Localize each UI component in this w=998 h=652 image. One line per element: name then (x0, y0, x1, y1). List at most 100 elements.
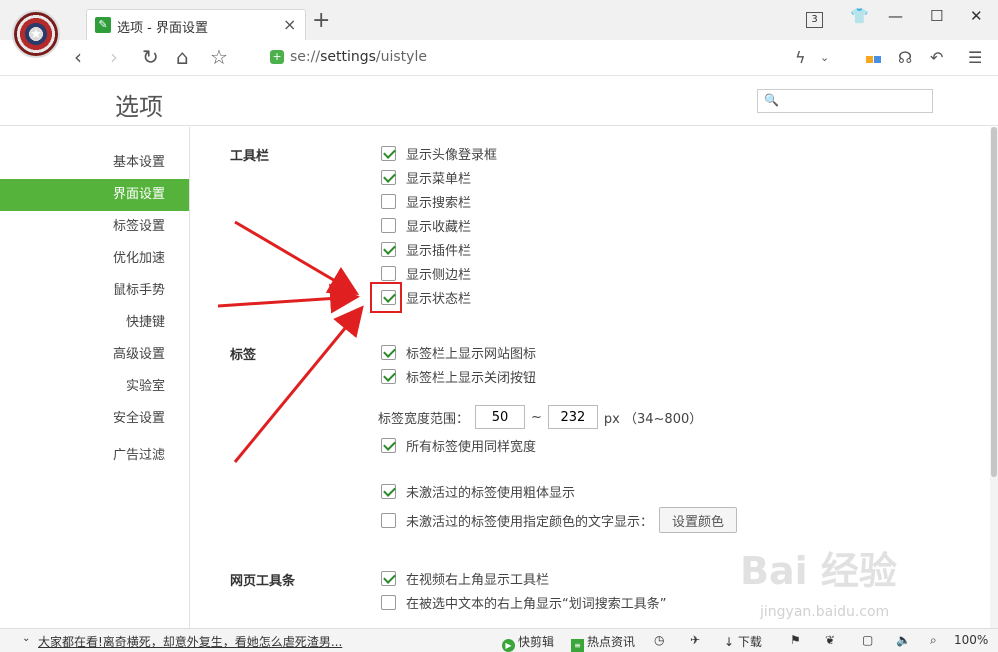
address-bar[interactable]: se://settings/uistyle (290, 49, 427, 65)
zoom-icon[interactable]: ⌕ (930, 633, 937, 648)
page-title: 选项 (115, 93, 163, 121)
new-tab-button[interactable]: + (312, 9, 330, 33)
apps-icon[interactable] (866, 48, 881, 67)
wrench-icon: ✎ (95, 17, 111, 33)
status-bar: ⌄ 大家都在看!离奇横死，却意外复生，看她怎么虐死渣男... ▶ 快剪辑 ≡ 热点资… (0, 628, 998, 652)
option-label: 在被选中文本的右上角显示“划词搜索工具条” (406, 596, 667, 612)
flag-icon[interactable]: ⚑ (790, 633, 801, 647)
checkbox[interactable] (381, 145, 396, 161)
set-color-button[interactable]: 设置颜色 (659, 507, 738, 533)
checkbox[interactable] (381, 265, 396, 281)
checkbox[interactable] (381, 437, 396, 453)
watermark-url: jingyan.baidu.com (760, 604, 890, 620)
leaf-icon[interactable]: ❦ (825, 633, 835, 647)
play-icon: ▶ (502, 639, 515, 652)
option-video-toolbar[interactable]: 在视频右上角显示工具栏 (381, 569, 550, 588)
chevron-down-icon[interactable]: ⌄ (22, 633, 30, 644)
sidebar-item-ui[interactable]: 界面设置 (0, 179, 189, 211)
sidebar-item-tabs[interactable]: 标签设置 (0, 211, 189, 243)
back-button[interactable]: ‹ (74, 46, 82, 68)
option-label: 所有标签使用同样宽度 (406, 439, 537, 455)
option-color-inactive[interactable]: 未激活过的标签使用指定颜色的文字显示： 设置颜色 (381, 507, 738, 533)
option-same-width[interactable]: 所有标签使用同样宽度 (381, 436, 537, 455)
download-button[interactable]: ↓ 下载 (724, 633, 762, 650)
undo-icon[interactable]: ↶ (930, 48, 943, 67)
sidebar-item-lab[interactable]: 实验室 (0, 371, 189, 403)
checkbox[interactable] (381, 570, 396, 586)
sidebar-item-advanced[interactable]: 高级设置 (0, 339, 189, 371)
sidebar-item-mouse-gesture[interactable]: 鼠标手势 (0, 275, 189, 307)
user-avatar[interactable]: ★ (12, 10, 60, 58)
checkbox[interactable] (381, 368, 396, 384)
checkbox[interactable] (381, 483, 396, 499)
skin-icon[interactable]: 👕 (850, 7, 869, 25)
option-show-searchbar[interactable]: 显示搜索栏 (381, 192, 472, 211)
maximize-button[interactable]: ☐ (930, 7, 943, 25)
pin-icon[interactable]: ✈ (690, 633, 700, 647)
title-bar: ★ ✎ 选项 - 界面设置 × + 3 👕 — ☐ ✕ (0, 0, 998, 58)
option-label: 未激活过的标签使用粗体显示 (406, 485, 576, 501)
zoom-level[interactable]: 100% (954, 633, 988, 647)
close-tab-icon[interactable]: × (283, 15, 296, 34)
option-show-menubar[interactable]: 显示菜单栏 (381, 168, 472, 187)
headphones-icon[interactable]: ☊ (898, 48, 912, 67)
sidebar-item-ad-filter[interactable]: 广告过滤 (0, 440, 189, 472)
chevron-down-icon[interactable]: ⌄ (820, 51, 829, 64)
tab-width-min-input[interactable] (475, 405, 526, 429)
navigation-bar: ‹ › ↻ ⌂ ☆ + se://settings/uistyle ϟ ⌄ ☊ … (0, 40, 998, 76)
volume-icon[interactable]: 🔈 (896, 633, 911, 647)
menu-icon[interactable]: ☰ (968, 48, 982, 67)
option-label: 显示侧边栏 (406, 267, 472, 283)
tab-width-separator: ~ (531, 409, 542, 425)
settings-search-input[interactable] (780, 92, 928, 110)
tab-count-icon[interactable]: 3 (806, 12, 823, 28)
option-tab-favicon[interactable]: 标签栏上显示网站图标 (381, 343, 537, 362)
content-scrollbar[interactable] (990, 127, 998, 628)
minimize-button[interactable]: — (888, 7, 903, 25)
checkbox[interactable] (381, 169, 396, 185)
settings-search-box[interactable]: 🔍 (757, 89, 933, 113)
option-label: 在视频右上角显示工具栏 (406, 572, 550, 588)
sidebar-item-security[interactable]: 安全设置 (0, 403, 189, 435)
checkbox[interactable] (381, 594, 396, 610)
sidebar-item-shortcuts[interactable]: 快捷键 (0, 307, 189, 339)
search-icon: 🔍 (764, 93, 779, 107)
home-button[interactable]: ⌂ (176, 46, 189, 68)
download-label: 下载 (737, 635, 762, 649)
checkbox[interactable] (381, 193, 396, 209)
option-label: 显示搜索栏 (406, 195, 472, 211)
tab-title: 选项 - 界面设置 (117, 21, 208, 36)
option-label: 标签栏上显示网站图标 (406, 346, 537, 362)
sidebar-item-optimize[interactable]: 优化加速 (0, 243, 189, 275)
news-link[interactable]: 大家都在看!离奇横死，却意外复生，看她怎么虐死渣男... (38, 633, 342, 650)
option-show-plugins[interactable]: 显示插件栏 (381, 240, 471, 259)
lightning-icon[interactable]: ϟ (795, 48, 806, 67)
tab-settings[interactable]: ✎ 选项 - 界面设置 × (86, 9, 306, 40)
close-window-button[interactable]: ✕ (970, 7, 983, 25)
option-label: 显示菜单栏 (406, 171, 472, 187)
checkbox[interactable] (381, 217, 396, 233)
refresh-button[interactable]: ↻ (142, 46, 159, 68)
option-show-avatar[interactable]: 显示头像登录框 (381, 144, 498, 163)
option-selection-search-toolbar[interactable]: 在被选中文本的右上角显示“划词搜索工具条” (381, 593, 667, 612)
forward-button[interactable]: › (110, 46, 118, 68)
checkbox[interactable] (381, 344, 396, 360)
hot-news-button[interactable]: ≡ 热点资讯 (571, 633, 635, 652)
checkbox[interactable] (381, 512, 396, 528)
scroll-thumb[interactable] (991, 127, 997, 477)
bookmark-star-icon[interactable]: ☆ (210, 46, 228, 68)
option-label: 标签栏上显示关闭按钮 (406, 370, 537, 386)
option-tab-close-button[interactable]: 标签栏上显示关闭按钮 (381, 367, 537, 386)
clip-button[interactable]: ▶ 快剪辑 (502, 633, 554, 652)
window-icon[interactable]: ▢ (862, 633, 873, 647)
option-bold-inactive[interactable]: 未激活过的标签使用粗体显示 (381, 482, 576, 501)
section-title-toolbar: 工具栏 (230, 149, 270, 164)
sidebar-item-basic[interactable]: 基本设置 (0, 147, 189, 179)
tab-width-max-input[interactable] (547, 405, 598, 429)
option-label: 显示头像登录框 (406, 147, 498, 163)
option-label: 未激活过的标签使用指定颜色的文字显示： (406, 514, 654, 530)
speed-icon[interactable]: ◷ (654, 633, 664, 647)
option-show-favorites[interactable]: 显示收藏栏 (381, 216, 471, 235)
checkbox[interactable] (381, 241, 396, 257)
option-show-sidebar[interactable]: 显示侧边栏 (381, 264, 472, 283)
